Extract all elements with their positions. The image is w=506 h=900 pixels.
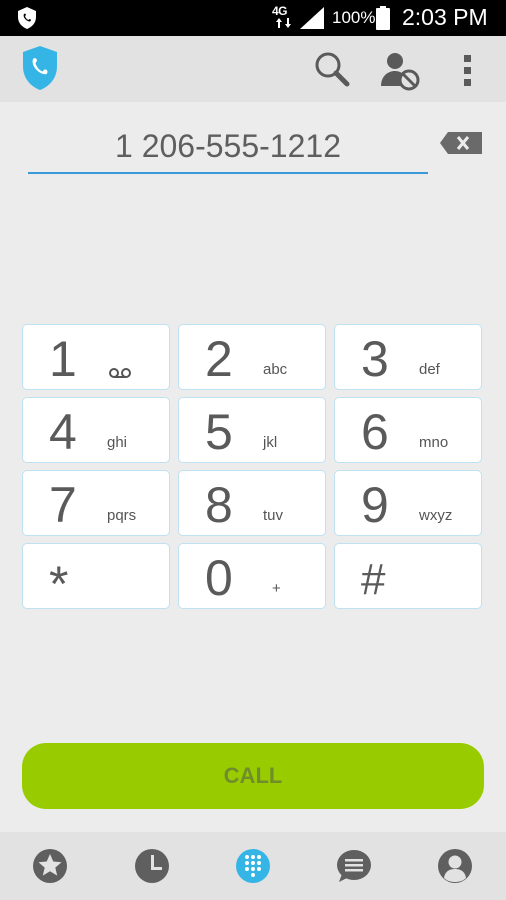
key-letters: wxyz bbox=[419, 507, 453, 524]
key-digit: 6 bbox=[361, 404, 389, 460]
dialed-number-field[interactable]: 1 206-555-1212 bbox=[28, 118, 428, 174]
clock-time: 2:03 PM bbox=[402, 4, 488, 30]
call-button[interactable]: CALL bbox=[22, 743, 484, 809]
key-star[interactable]: * bbox=[22, 543, 170, 612]
star-icon[interactable] bbox=[32, 848, 68, 884]
key-digit: * bbox=[49, 556, 69, 612]
key-hash[interactable]: # bbox=[334, 543, 482, 609]
key-letters: tuv bbox=[263, 507, 284, 524]
status-bar: 4G 100% 2:03 PM bbox=[0, 0, 506, 36]
signal-strength-icon bbox=[300, 7, 324, 29]
dialpad-icon[interactable] bbox=[235, 848, 271, 884]
shield-notification-icon bbox=[18, 7, 36, 29]
key-3[interactable]: 3 def bbox=[334, 324, 482, 390]
key-9[interactable]: 9 wxyz bbox=[334, 470, 482, 536]
key-digit: 4 bbox=[49, 404, 77, 460]
app-bar bbox=[0, 36, 506, 102]
more-vert-icon[interactable] bbox=[446, 48, 490, 92]
key-7[interactable]: 7 pqrs bbox=[22, 470, 170, 536]
key-1[interactable]: 1 bbox=[22, 324, 170, 390]
key-digit: 1 bbox=[49, 331, 77, 387]
bottom-navigation bbox=[0, 832, 506, 900]
clock-icon[interactable] bbox=[134, 848, 170, 884]
block-contact-icon[interactable] bbox=[378, 48, 422, 92]
key-digit: 3 bbox=[361, 331, 389, 387]
key-letters: abc bbox=[263, 361, 288, 378]
key-letters: mno bbox=[419, 434, 449, 451]
key-letters: def bbox=[419, 361, 440, 378]
key-letters: pqrs bbox=[107, 507, 137, 524]
key-letters: ghi bbox=[107, 434, 128, 451]
key-digit: 8 bbox=[205, 477, 233, 533]
battery-icon bbox=[376, 6, 390, 30]
key-letters: + bbox=[272, 580, 281, 597]
network-indicator: 4G bbox=[272, 4, 298, 31]
key-digit: 7 bbox=[49, 477, 77, 533]
key-4[interactable]: 4 ghi bbox=[22, 397, 170, 463]
person-icon[interactable] bbox=[437, 848, 473, 884]
key-digit: # bbox=[361, 555, 386, 604]
key-0[interactable]: 0 + bbox=[178, 543, 326, 609]
key-digit: 0 bbox=[205, 550, 233, 606]
backspace-icon[interactable] bbox=[440, 132, 482, 154]
key-digit: 2 bbox=[205, 331, 233, 387]
key-letters: jkl bbox=[263, 434, 278, 451]
shield-phone-icon[interactable] bbox=[20, 44, 60, 92]
key-8[interactable]: 8 tuv bbox=[178, 470, 326, 536]
key-5[interactable]: 5 jkl bbox=[178, 397, 326, 463]
battery-percent: 100% bbox=[332, 8, 376, 27]
network-type-label: 4G bbox=[272, 4, 288, 18]
search-icon[interactable] bbox=[310, 48, 354, 92]
message-icon[interactable] bbox=[336, 848, 372, 884]
data-arrows-icon bbox=[276, 18, 291, 28]
key-6[interactable]: 6 mno bbox=[334, 397, 482, 463]
key-digit: 5 bbox=[205, 404, 233, 460]
voicemail-icon bbox=[109, 368, 131, 378]
key-digit: 9 bbox=[361, 477, 389, 533]
key-2[interactable]: 2 abc bbox=[178, 324, 326, 390]
